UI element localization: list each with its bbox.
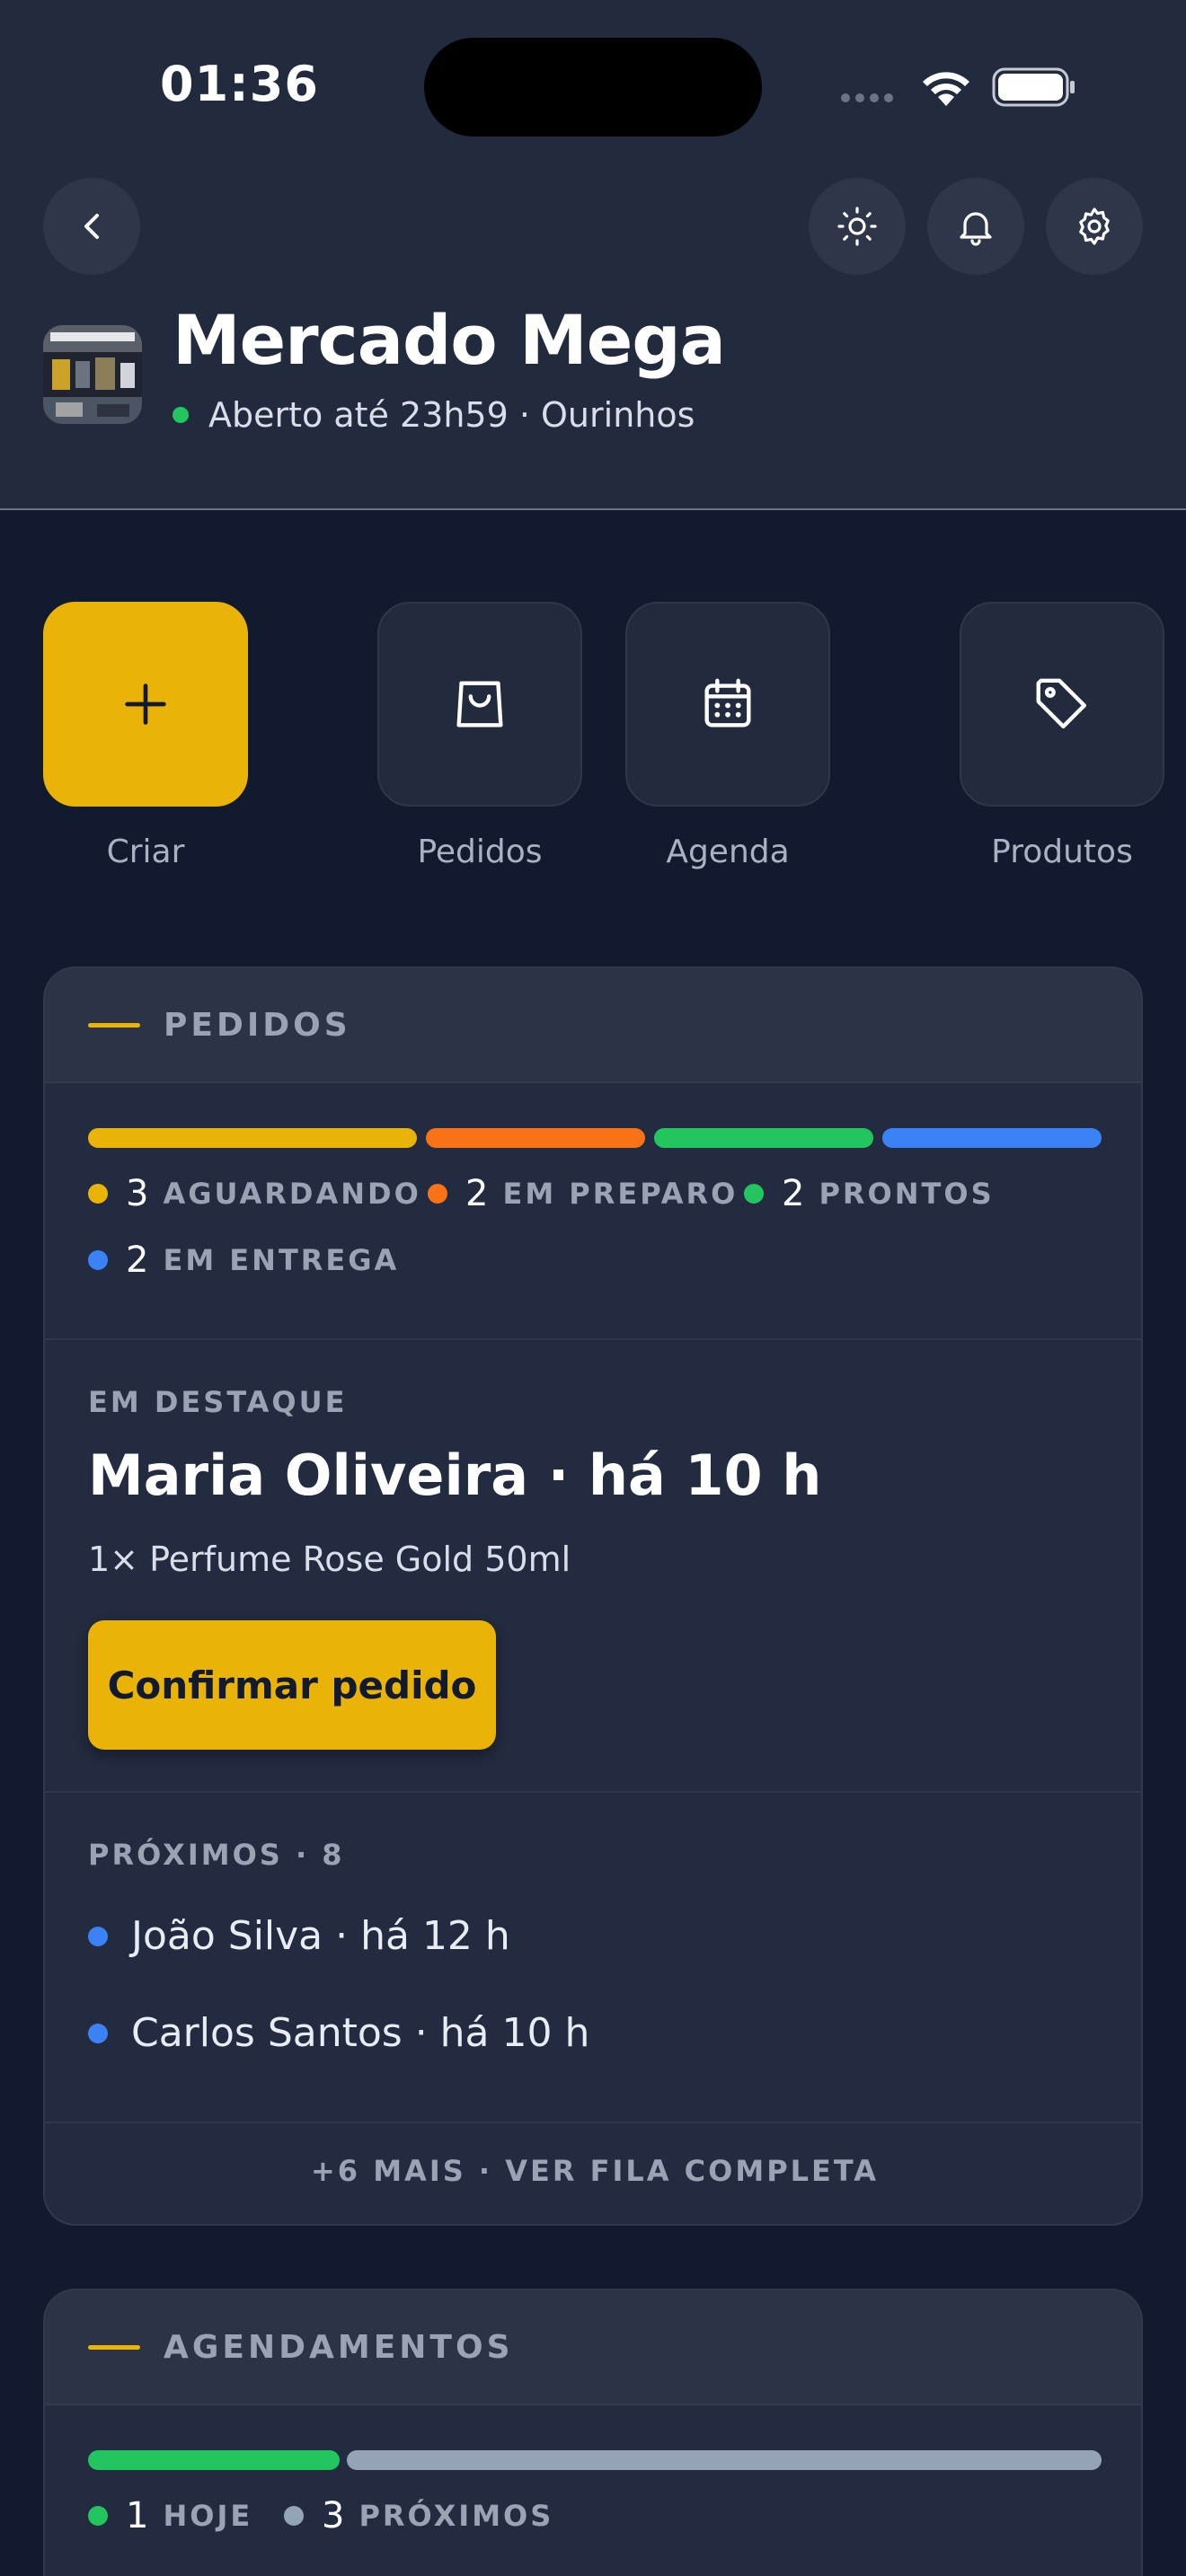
legend-label: EM PREPARO [502,1177,739,1211]
quick-action-label: Pedidos [417,834,543,870]
status-bar-delivering [882,1128,1102,1148]
legend-count: 2 [126,1239,149,1281]
legend-awaiting[interactable]: 3 AGUARDANDO [88,1173,421,1214]
legend-count: 1 [126,2495,149,2536]
settings-button[interactable] [1046,178,1143,275]
wifi-icon [923,72,969,106]
cellular-signal-icon [841,93,893,102]
create-tile[interactable] [43,602,248,807]
legend-dot [88,2506,108,2526]
quick-action-create[interactable]: Criar [43,602,248,870]
appointments-title: AGENDAMENTOS [164,2328,514,2366]
legend-delivering[interactable]: 2 EM ENTREGA [88,1239,399,1281]
gear-icon [1079,207,1110,245]
status-bar-awaiting [88,1128,417,1148]
appointments-card-header: AGENDAMENTOS [45,2290,1141,2405]
legend-dot [428,1184,447,1204]
bell-icon [960,212,992,246]
store-status-text: Aberto até 23h59 · Ourinhos [208,395,695,435]
status-bar-ready [654,1128,873,1148]
back-button[interactable] [43,178,140,275]
orders-card: PEDIDOS 3 AGUARDANDO 2 EM PREPARO 2 PRON… [43,966,1143,2226]
legend-label: HOJE [163,2499,253,2533]
legend-dot [744,1184,764,1204]
next-order-dot [88,1926,108,1946]
legend-dot [88,1250,108,1270]
sun-icon [837,207,877,246]
legend-dot [88,1184,108,1204]
agenda-tile[interactable] [625,602,830,807]
next-order-text: Carlos Santos · há 10 h [131,2010,590,2056]
legend-ready[interactable]: 2 PRONTOS [744,1173,995,1214]
legend-count: 3 [126,1173,149,1214]
legend-count: 2 [465,1173,489,1214]
calendar-icon [704,678,751,728]
legend-upcoming[interactable]: 3 PRÓXIMOS [284,2495,553,2536]
quick-action-label: Criar [106,834,185,870]
legend-today[interactable]: 1 HOJE [88,2495,252,2536]
notifications-button[interactable] [927,178,1024,275]
orders-card-header: PEDIDOS [45,968,1141,1083]
quick-action-label: Agenda [666,834,790,870]
section-dash [88,2344,140,2350]
view-full-queue-link[interactable]: +6 MAIS · VER FILA COMPLETA [45,2154,1141,2188]
legend-label: PRONTOS [819,1177,995,1211]
section-dash [88,1022,140,1028]
featured-order-title[interactable]: Maria Oliveira · há 10 h [88,1442,821,1508]
app-header: 01:36 Mercado Mega Aberto até 23h59 · Ou… [0,0,1186,510]
tag-icon [1036,678,1086,728]
open-status-dot [173,407,189,423]
featured-order-item: 1× Perfume Rose Gold 50ml [88,1539,571,1579]
next-orders-title: PRÓXIMOS · 8 [88,1838,345,1872]
featured-eyebrow: EM DESTAQUE [88,1385,348,1419]
battery-icon [992,67,1075,107]
divider [45,1338,1141,1340]
legend-dot [284,2506,304,2526]
store-logo [43,325,142,424]
orders-tile[interactable] [377,602,582,807]
quick-action-label: Produtos [991,834,1133,870]
divider [45,1791,1141,1793]
quick-action-orders[interactable]: Pedidos [377,602,582,870]
legend-preparing[interactable]: 2 EM PREPARO [428,1173,738,1214]
dynamic-island [424,38,762,137]
legend-count: 3 [322,2495,345,2536]
appointments-bar-today [88,2450,340,2470]
legend-label: PRÓXIMOS [358,2499,554,2533]
store-name: Mercado Mega [173,300,726,380]
appointments-bar-upcoming [347,2450,1102,2470]
divider [45,2122,1141,2123]
status-bar-time: 01:36 [160,56,319,112]
orders-title: PEDIDOS [164,1006,351,1044]
next-order-item[interactable]: João Silva · há 12 h [88,1913,510,1959]
next-order-dot [88,2023,108,2043]
appointments-card: AGENDAMENTOS 1 HOJE 3 PRÓXIMOS [43,2289,1143,2576]
quick-action-products[interactable]: Produtos [960,602,1164,870]
next-order-text: João Silva · há 12 h [131,1913,510,1959]
plus-icon [125,684,166,725]
store-status: Aberto até 23h59 · Ourinhos [173,395,695,435]
legend-label: AGUARDANDO [163,1177,421,1211]
legend-label: EM ENTREGA [163,1243,400,1277]
shopping-bag-icon [456,681,503,728]
status-bar-preparing [426,1128,645,1148]
quick-action-agenda[interactable]: Agenda [625,602,830,870]
products-tile[interactable] [960,602,1164,807]
next-order-item[interactable]: Carlos Santos · há 10 h [88,2010,589,2056]
legend-count: 2 [782,1173,805,1214]
back-icon [84,214,99,239]
confirm-order-button[interactable]: Confirmar pedido [88,1620,496,1750]
theme-toggle-button[interactable] [809,178,906,275]
